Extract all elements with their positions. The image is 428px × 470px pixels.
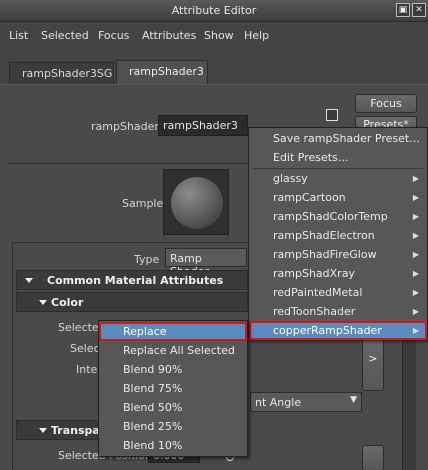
- window-titlebar: Attribute Editor ▣ ✕: [0, 0, 428, 22]
- color-input-value: nt Angle: [255, 396, 302, 409]
- menu-item-label: rampShadColorTemp: [273, 210, 388, 223]
- submenu-item-blend-75[interactable]: Blend 75%: [99, 379, 247, 398]
- menu-item-edit-presets[interactable]: Edit Presets...: [249, 148, 427, 167]
- sample-label: Sample: [122, 197, 164, 210]
- menu-item-rampshadelectron[interactable]: rampShadElectron ▶: [249, 226, 427, 245]
- menu-item-save-preset[interactable]: Save rampShader Preset...: [249, 129, 427, 148]
- color-input-dropdown[interactable]: nt Angle ▼: [250, 392, 362, 412]
- menu-item-glassy[interactable]: glassy ▶: [249, 169, 427, 188]
- menu-item-label: Save rampShader Preset...: [273, 132, 420, 145]
- tab-rampshader3sg[interactable]: rampShader3SG: [9, 62, 114, 84]
- submenu-item-blend-90[interactable]: Blend 90%: [99, 360, 247, 379]
- submenu-item-replace-all-selected[interactable]: Replace All Selected: [99, 341, 247, 360]
- submenu-arrow-icon: ▶: [412, 307, 419, 316]
- blend-submenu: Replace Replace All Selected Blend 90% B…: [98, 320, 248, 457]
- type-dropdown[interactable]: Ramp Shader: [165, 248, 247, 278]
- sample-swatch: [163, 169, 229, 235]
- menu-item-rampshadcolortemp[interactable]: rampShadColorTemp ▶: [249, 207, 427, 226]
- menu-item-label: rampShadFireGlow: [273, 248, 377, 261]
- menu-item-label: rampShadXray: [273, 267, 355, 280]
- type-label: Type: [134, 253, 160, 266]
- submenu-item-replace[interactable]: Replace: [99, 322, 247, 341]
- node-name-field[interactable]: rampShader3: [158, 115, 248, 136]
- submenu-arrow-icon: ▶: [412, 174, 419, 183]
- collapse-icon: [39, 428, 47, 433]
- menu-item-redpaintedmetal[interactable]: redPaintedMetal ▶: [249, 283, 427, 302]
- menu-item-rampshadfireglow[interactable]: rampShadFireGlow ▶: [249, 245, 427, 264]
- submenu-arrow-icon: ▶: [412, 212, 419, 221]
- menu-item-label: redPaintedMetal: [273, 286, 363, 299]
- chevron-down-icon: ▼: [350, 395, 357, 405]
- section-color[interactable]: Color: [16, 292, 248, 312]
- menu-item-label: glassy: [273, 172, 308, 185]
- submenu-item-label: Blend 90%: [123, 363, 183, 376]
- submenu-arrow-icon: ▶: [412, 326, 419, 335]
- menu-item-label: rampShadElectron: [273, 229, 375, 242]
- collapse-icon: [39, 300, 47, 305]
- interpolation-label: Inte: [76, 363, 98, 376]
- section-color-title: Color: [51, 296, 84, 309]
- submenu-arrow-icon: ▶: [412, 269, 419, 278]
- submenu-arrow-icon: ▶: [412, 288, 419, 297]
- menu-focus[interactable]: Focus: [98, 29, 129, 42]
- sample-sphere: [171, 177, 223, 229]
- menu-item-label: rampCartoon: [273, 191, 346, 204]
- menu-show[interactable]: Show: [204, 29, 234, 42]
- submenu-item-label: Blend 50%: [123, 401, 183, 414]
- menu-item-rampshadxray[interactable]: rampShadXray ▶: [249, 264, 427, 283]
- submenu-arrow-icon: ▶: [412, 250, 419, 259]
- tab-rampshader3[interactable]: rampShader3: [116, 60, 208, 84]
- node-name-label: rampShader:: [91, 120, 163, 133]
- submenu-item-label: Replace: [123, 325, 167, 338]
- submenu-arrow-icon: ▶: [412, 193, 419, 202]
- transparency-more-button[interactable]: [362, 445, 384, 470]
- collapse-icon: [25, 278, 33, 283]
- menu-help[interactable]: Help: [244, 29, 269, 42]
- submenu-item-blend-50[interactable]: Blend 50%: [99, 398, 247, 417]
- focus-button[interactable]: Focus: [355, 94, 417, 113]
- menu-item-redtoonshader[interactable]: redToonShader ▶: [249, 302, 427, 321]
- window-title: Attribute Editor: [171, 4, 257, 17]
- selected-position-label: Selec: [70, 342, 100, 355]
- submenu-item-label: Blend 10%: [123, 439, 183, 452]
- restore-icon[interactable]: ▣: [396, 3, 410, 17]
- menu-item-rampcartoon[interactable]: rampCartoon ▶: [249, 188, 427, 207]
- node-input-icon[interactable]: [326, 109, 338, 121]
- menu-item-label: copperRampShader: [273, 324, 382, 337]
- section-common-title: Common Material Attributes: [47, 274, 224, 287]
- menu-list[interactable]: List: [9, 29, 28, 42]
- submenu-item-label: Replace All Selected: [123, 344, 235, 357]
- menu-selected[interactable]: Selected: [41, 29, 89, 42]
- presets-menu: Save rampShader Preset... Edit Presets..…: [248, 127, 428, 340]
- submenu-arrow-icon: ▶: [412, 231, 419, 240]
- menu-item-label: Edit Presets...: [273, 151, 349, 164]
- section-common-material[interactable]: Common Material Attributes: [16, 270, 248, 290]
- menu-attributes[interactable]: Attributes: [142, 29, 196, 42]
- menubar: List Selected Focus Attributes Show Help: [0, 22, 428, 48]
- menu-item-label: redToonShader: [273, 305, 356, 318]
- close-icon[interactable]: ✕: [412, 3, 426, 17]
- submenu-item-label: Blend 25%: [123, 420, 183, 433]
- submenu-item-blend-10[interactable]: Blend 10%: [99, 436, 247, 455]
- submenu-item-blend-25[interactable]: Blend 25%: [99, 417, 247, 436]
- node-tabs: rampShader3SG rampShader3: [0, 48, 428, 84]
- menu-item-copperrampshader[interactable]: copperRampShader ▶: [249, 321, 427, 340]
- submenu-item-label: Blend 75%: [123, 382, 183, 395]
